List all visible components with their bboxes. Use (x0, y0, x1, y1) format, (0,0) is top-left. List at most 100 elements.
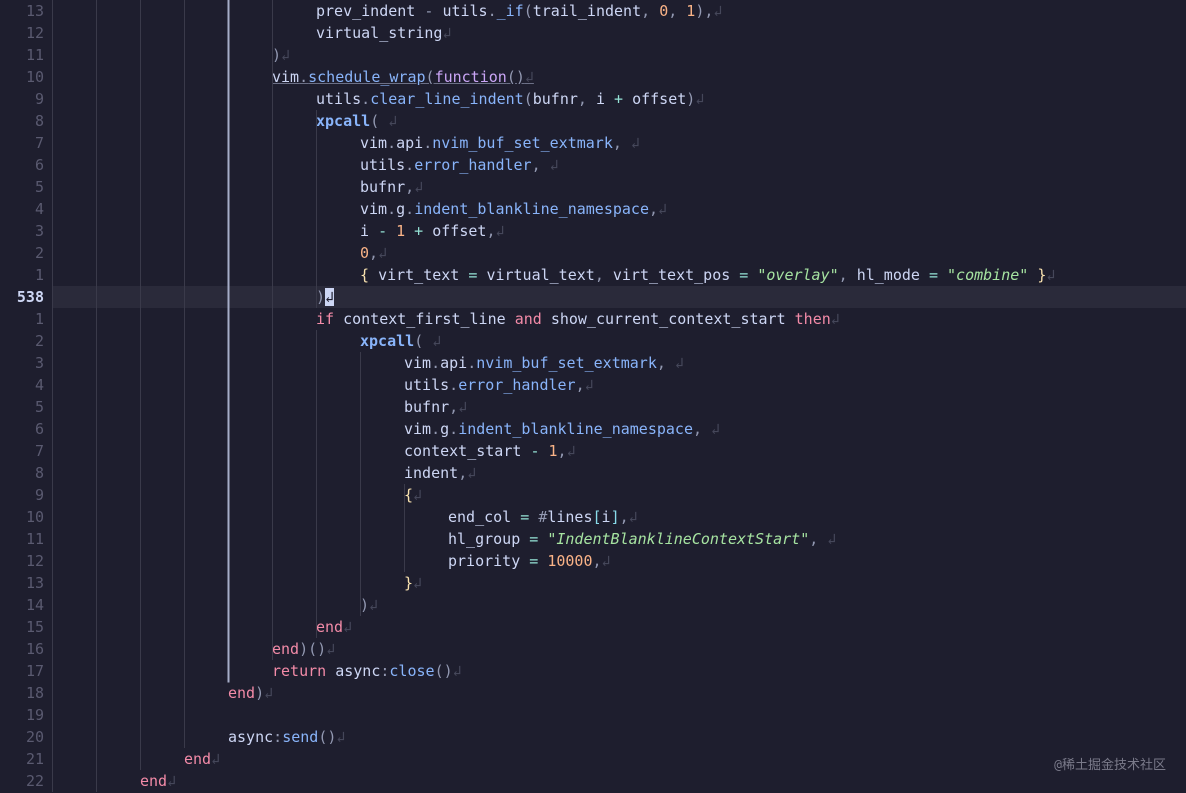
token-ws: ↲ (453, 662, 462, 680)
line-number: 11 (0, 528, 44, 550)
code-line[interactable] (52, 704, 1186, 726)
code-line[interactable]: return async:close()↲ (52, 660, 1186, 682)
token-id: virt_text (378, 266, 459, 284)
code-line[interactable]: 0,↲ (52, 242, 1186, 264)
code-line[interactable]: vim.api.nvim_buf_set_extmark, ↲ (52, 352, 1186, 374)
token-ws: ↲ (622, 134, 640, 152)
token-id: indent (404, 464, 458, 482)
code-line[interactable]: end)↲ (52, 682, 1186, 704)
token-pun: . (423, 134, 432, 152)
token-num: 10000 (547, 552, 592, 570)
code-line[interactable]: bufnr,↲ (52, 396, 1186, 418)
line-number: 18 (0, 682, 44, 704)
token-ws: ↲ (713, 2, 722, 20)
token-id: bufnr (533, 90, 578, 108)
line-number: 538 (0, 286, 44, 308)
line-number: 6 (0, 154, 44, 176)
line-number: 8 (0, 462, 44, 484)
token-id: utils (442, 2, 487, 20)
token-op: = (520, 530, 547, 548)
code-line[interactable]: xpcall( ↲ (52, 330, 1186, 352)
token-mth: nvim_buf_set_extmark (476, 354, 657, 372)
token-id: i (596, 90, 614, 108)
line-number: 2 (0, 330, 44, 352)
token-ws: ↲ (666, 354, 684, 372)
token-pun: , (405, 178, 414, 196)
line-number: 11 (0, 44, 44, 66)
line-number: 1 (0, 264, 44, 286)
line-number: 7 (0, 132, 44, 154)
token-mth: close (389, 662, 434, 680)
code-line[interactable]: vim.schedule_wrap(function()↲ (52, 66, 1186, 88)
code-line[interactable]: )↲ (52, 594, 1186, 616)
code-line[interactable]: vim.api.nvim_buf_set_extmark, ↲ (52, 132, 1186, 154)
token-kw2: end (272, 640, 299, 658)
line-number: 20 (0, 726, 44, 748)
code-line[interactable]: priority = 10000,↲ (52, 550, 1186, 572)
token-ws: ↲ (413, 574, 422, 592)
code-line[interactable]: if context_first_line and show_current_c… (52, 308, 1186, 330)
code-line[interactable]: vim.g.indent_blankline_namespace, ↲ (52, 418, 1186, 440)
code-line[interactable]: end↲ (52, 770, 1186, 792)
token-pun: , (668, 2, 686, 20)
code-line[interactable]: )↲ (52, 286, 1186, 308)
token-mth: clear_line_indent (370, 90, 524, 108)
code-line[interactable]: prev_indent - utils._if(trail_indent, 0,… (52, 0, 1186, 22)
token-pun: . (467, 354, 476, 372)
token-pun: - (415, 2, 442, 20)
token-ws: ↲ (541, 156, 559, 174)
code-line[interactable]: end)()↲ (52, 638, 1186, 660)
token-br: { (360, 266, 378, 284)
token-ws: ↲ (336, 728, 345, 746)
token-id: priority (448, 552, 520, 570)
code-line[interactable]: }↲ (52, 572, 1186, 594)
code-line[interactable]: utils.error_handler, ↲ (52, 154, 1186, 176)
token-pun: ) (360, 596, 369, 614)
code-line[interactable]: utils.error_handler,↲ (52, 374, 1186, 396)
token-id: virt_text_pos (613, 266, 730, 284)
token-pun: ) (686, 90, 695, 108)
token-ws: ↲ (567, 442, 576, 460)
code-line[interactable]: end↲ (52, 616, 1186, 638)
line-number: 13 (0, 0, 44, 22)
token-pun: , (839, 266, 857, 284)
code-line[interactable]: )↲ (52, 44, 1186, 66)
code-line[interactable]: i - 1 + offset,↲ (52, 220, 1186, 242)
code-line[interactable]: { virt_text = virtual_text, virt_text_po… (52, 264, 1186, 286)
token-ws: ↲ (326, 640, 335, 658)
token-kw: function (435, 68, 507, 86)
code-line[interactable]: hl_group = "IndentBlanklineContextStart"… (52, 528, 1186, 550)
code-line[interactable]: async:send()↲ (52, 726, 1186, 748)
token-pun: . (449, 420, 458, 438)
token-id: virtual_string (316, 24, 442, 42)
code-line[interactable]: vim.g.indent_blankline_namespace,↲ (52, 198, 1186, 220)
token-id: context_start (404, 442, 530, 460)
code-editor[interactable]: 1312111098765432153812345678910111213141… (0, 0, 1186, 793)
token-pun: , (532, 156, 541, 174)
line-number: 3 (0, 352, 44, 374)
token-br: { (404, 486, 413, 504)
code-line[interactable]: utils.clear_line_indent(bufnr, i + offse… (52, 88, 1186, 110)
code-line[interactable]: bufnr,↲ (52, 176, 1186, 198)
code-line[interactable]: {↲ (52, 484, 1186, 506)
code-area[interactable]: prev_indent - utils._if(trail_indent, 0,… (52, 0, 1186, 793)
token-id: hl_group (448, 530, 520, 548)
code-line[interactable]: end↲ (52, 748, 1186, 770)
token-pun: ( (426, 68, 435, 86)
token-pun: , (693, 420, 702, 438)
line-number: 6 (0, 418, 44, 440)
line-number: 4 (0, 198, 44, 220)
token-ws: ↲ (585, 376, 594, 394)
code-line[interactable]: indent,↲ (52, 462, 1186, 484)
token-pun: ) (272, 46, 281, 64)
code-line[interactable]: end_col = #lines[i],↲ (52, 506, 1186, 528)
token-ws: ↲ (379, 112, 397, 130)
token-mth: error_handler (414, 156, 531, 174)
token-pun: ( (524, 2, 533, 20)
code-line[interactable]: virtual_string↲ (52, 22, 1186, 44)
token-ws: ↲ (378, 244, 387, 262)
code-line[interactable]: xpcall( ↲ (52, 110, 1186, 132)
code-line[interactable]: context_start - 1,↲ (52, 440, 1186, 462)
line-number: 19 (0, 704, 44, 726)
token-ws: ↲ (467, 464, 476, 482)
